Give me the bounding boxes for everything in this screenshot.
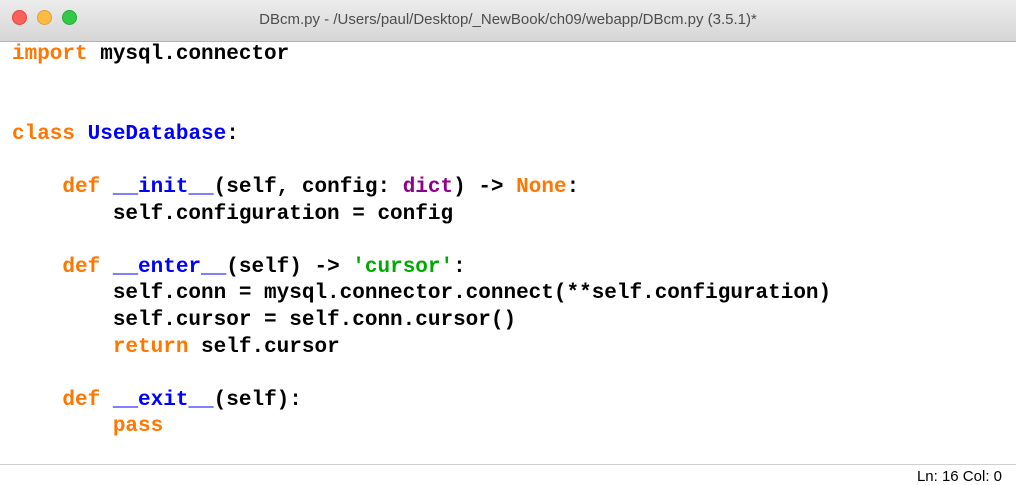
code-line[interactable]: [12, 69, 1016, 96]
code-text-area[interactable]: import mysql.connector class UseDatabase:…: [0, 42, 1016, 441]
code-line[interactable]: pass: [12, 414, 1016, 441]
code-token: (self, config:: [213, 175, 403, 199]
code-line[interactable]: import mysql.connector: [12, 42, 1016, 69]
keyword-token: import: [12, 43, 88, 66]
code-line[interactable]: [12, 95, 1016, 122]
code-token: (self) ->: [226, 255, 353, 279]
keyword-token: pass: [112, 415, 164, 439]
keyword-token: None: [516, 175, 567, 199]
code-token: ) ->: [453, 175, 517, 199]
code-line[interactable]: def __init__(self, config: dict) -> None…: [12, 175, 1016, 202]
definition-token: __init__: [112, 175, 214, 199]
definition-token: UseDatabase: [87, 122, 227, 146]
code-token: :: [226, 122, 239, 146]
code-token: :: [453, 255, 466, 279]
code-line[interactable]: def __exit__(self):: [12, 388, 1016, 415]
idle-editor-window: DBcm.py - /Users/paul/Desktop/_NewBook/c…: [0, 0, 1016, 485]
title-bar[interactable]: DBcm.py - /Users/paul/Desktop/_NewBook/c…: [0, 0, 1016, 42]
builtin-token: dict: [402, 175, 454, 199]
definition-token: __enter__: [112, 255, 227, 279]
status-bar: Ln: 16 Col: 0: [0, 464, 1016, 485]
window-title: DBcm.py - /Users/paul/Desktop/_NewBook/c…: [259, 11, 757, 28]
keyword-token: return: [112, 335, 189, 359]
cursor-position: Ln: 16 Col: 0: [916, 468, 1002, 485]
code-token: :: [566, 175, 580, 199]
code-token: self.cursor = self.conn.cursor(): [12, 308, 517, 332]
code-token: mysql.connector: [87, 43, 290, 66]
code-line[interactable]: class UseDatabase:: [12, 122, 1016, 149]
keyword-token: def: [62, 175, 101, 199]
code-line[interactable]: [12, 148, 1016, 175]
code-token: self.conn = mysql.connector.connect(**se…: [12, 282, 832, 306]
code-editor[interactable]: import mysql.connector class UseDatabase:…: [0, 42, 1016, 464]
code-line[interactable]: [12, 361, 1016, 388]
code-token: self.cursor: [188, 335, 340, 359]
code-line[interactable]: self.conn = mysql.connector.connect(**se…: [12, 281, 1016, 308]
code-line[interactable]: return self.cursor: [12, 335, 1016, 362]
code-token: self.configuration = config: [12, 202, 454, 226]
code-line[interactable]: def __enter__(self) -> 'cursor':: [12, 255, 1016, 282]
keyword-token: def: [62, 388, 101, 412]
definition-token: __exit__: [112, 388, 214, 412]
code-line[interactable]: [12, 228, 1016, 255]
code-line[interactable]: self.cursor = self.conn.cursor(): [12, 308, 1016, 335]
code-token: (self):: [213, 388, 302, 412]
string-token: 'cursor': [352, 255, 454, 279]
code-line[interactable]: self.configuration = config: [12, 202, 1016, 229]
keyword-token: def: [62, 255, 101, 279]
keyword-token: class: [12, 122, 76, 146]
